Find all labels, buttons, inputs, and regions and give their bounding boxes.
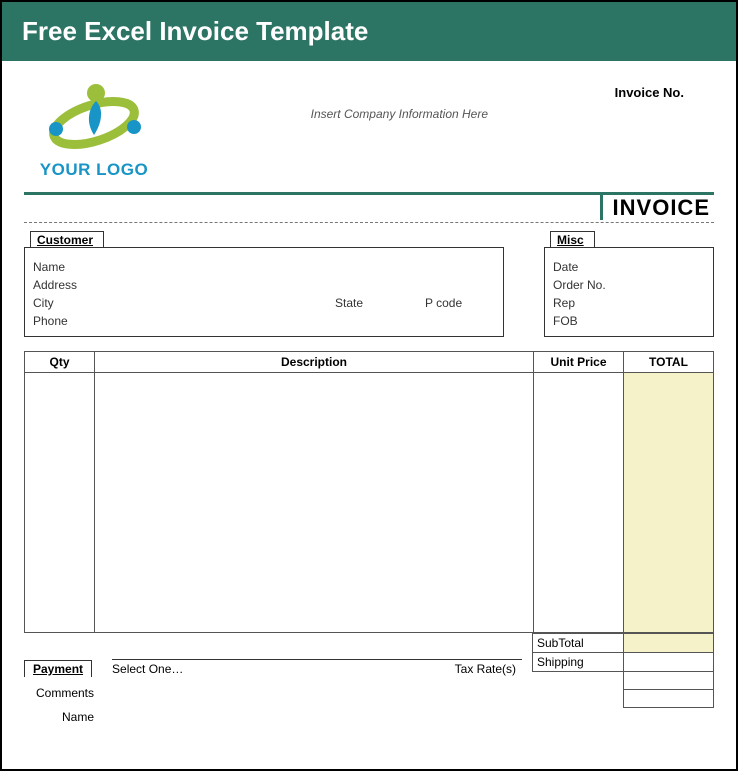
invoice-number-label: Invoice No.	[615, 85, 684, 100]
date-label: Date	[553, 260, 623, 274]
footer-left: Payment Select One… Tax Rate(s) Comments…	[24, 633, 532, 724]
col-unit-price: Unit Price	[534, 352, 624, 373]
cell-description[interactable]	[95, 373, 534, 633]
orderno-label: Order No.	[553, 278, 623, 292]
misc-date-row[interactable]: Date	[553, 258, 705, 276]
footer-row: Payment Select One… Tax Rate(s) Comments…	[24, 633, 714, 724]
logo-block: YOUR LOGO	[24, 79, 164, 180]
pcode-label: P code	[425, 296, 495, 310]
comments-name-row[interactable]: Name	[24, 710, 522, 724]
cell-total[interactable]	[624, 373, 714, 633]
tax-rates-label: Tax Rate(s)	[455, 662, 522, 676]
shipping-label: Shipping	[533, 653, 624, 672]
taxrate-value-row-2	[533, 690, 714, 708]
comments-name-label: Name	[24, 710, 94, 724]
col-description: Description	[95, 352, 534, 373]
customer-address-row[interactable]: Address	[33, 276, 495, 294]
customer-tab: Customer	[30, 231, 104, 247]
misc-fob-row[interactable]: FOB	[553, 312, 705, 330]
col-qty: Qty	[25, 352, 95, 373]
misc-body: Date Order No. Rep FOB	[544, 247, 714, 337]
payment-row: Payment Select One… Tax Rate(s)	[24, 659, 522, 676]
subtotal-label: SubTotal	[533, 634, 624, 653]
customer-name-row[interactable]: Name	[33, 258, 495, 276]
banner-title: Free Excel Invoice Template	[22, 16, 368, 46]
col-total: TOTAL	[624, 352, 714, 373]
company-info-placeholder[interactable]: Insert Company Information Here	[311, 107, 488, 121]
phone-label: Phone	[33, 314, 93, 328]
table-body-row[interactable]	[25, 373, 714, 633]
payment-tab: Payment	[24, 660, 92, 677]
divider-dashed	[24, 222, 714, 223]
cell-unit-price[interactable]	[534, 373, 624, 633]
invoice-title-bar: INVOICE	[24, 192, 714, 220]
address-label: Address	[33, 278, 93, 292]
customer-city-row[interactable]: City State P code	[33, 294, 495, 312]
misc-tab: Misc	[550, 231, 595, 247]
taxrate-value[interactable]	[623, 672, 714, 690]
fob-label: FOB	[553, 314, 623, 328]
totals-grid: SubTotal Shipping	[532, 633, 714, 708]
footer-right: SubTotal Shipping	[532, 633, 714, 724]
invoice-title: INVOICE	[600, 192, 714, 220]
customer-body: Name Address City State P code Phone	[24, 247, 504, 337]
name-label: Name	[33, 260, 93, 274]
payment-select[interactable]: Select One…	[112, 662, 183, 676]
line-items-table: Qty Description Unit Price TOTAL	[24, 351, 714, 633]
state-label: State	[335, 296, 405, 310]
company-logo-icon	[34, 79, 154, 159]
comments-label: Comments	[24, 686, 94, 700]
invoice-page: YOUR LOGO Insert Company Information Her…	[0, 61, 738, 771]
misc-orderno-row[interactable]: Order No.	[553, 276, 705, 294]
taxrate-value-row	[533, 672, 714, 690]
taxrate-value-2[interactable]	[623, 690, 714, 708]
table-header-row: Qty Description Unit Price TOTAL	[25, 352, 714, 373]
subtotal-row: SubTotal	[533, 634, 714, 653]
header-row: YOUR LOGO Insert Company Information Her…	[24, 79, 714, 180]
logo-caption: YOUR LOGO	[24, 160, 164, 180]
comments-row: Comments	[24, 686, 522, 700]
page-banner: Free Excel Invoice Template	[0, 0, 738, 61]
shipping-row: Shipping	[533, 653, 714, 672]
city-label: City	[33, 296, 93, 310]
subtotal-value[interactable]	[623, 634, 714, 653]
info-section-row: Customer Name Address City State P code …	[24, 241, 714, 337]
shipping-value[interactable]	[623, 653, 714, 672]
customer-box: Customer Name Address City State P code …	[24, 241, 504, 337]
misc-box: Misc Date Order No. Rep FOB	[544, 241, 714, 337]
customer-phone-row[interactable]: Phone	[33, 312, 495, 330]
misc-rep-row[interactable]: Rep	[553, 294, 705, 312]
rep-label: Rep	[553, 296, 623, 310]
cell-qty[interactable]	[25, 373, 95, 633]
